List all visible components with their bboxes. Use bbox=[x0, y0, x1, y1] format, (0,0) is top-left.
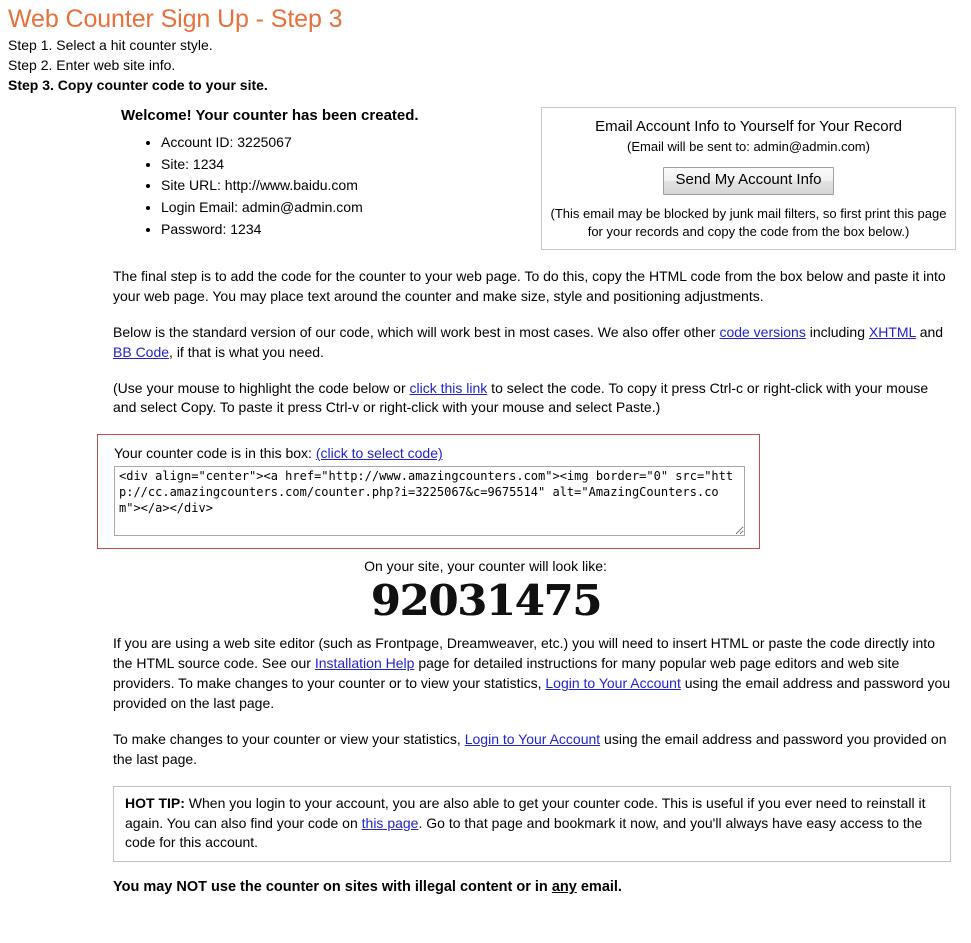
list-item: Account ID: 3225067 bbox=[161, 132, 533, 154]
step-list: Step 1. Select a hit counter style. Step… bbox=[8, 35, 971, 95]
send-my-account-info-button[interactable]: Send My Account Info bbox=[662, 167, 835, 195]
code-versions-link[interactable]: code versions bbox=[719, 324, 805, 340]
paragraph-login-statistics: To make changes to your counter or view … bbox=[113, 730, 951, 770]
list-item: Password: 1234 bbox=[161, 219, 533, 241]
paragraph-copy-instructions: (Use your mouse to highlight the code be… bbox=[113, 379, 951, 419]
text-segment: email. bbox=[576, 879, 622, 896]
text-segment: You may NOT use the counter on sites wit… bbox=[113, 879, 552, 896]
login-to-your-account-link[interactable]: Login to Your Account bbox=[545, 675, 680, 691]
counter-code-box: Your counter code is in this box: (click… bbox=[97, 434, 760, 550]
step-item-1: Step 1. Select a hit counter style. bbox=[8, 37, 213, 53]
paragraph-editor-help: If you are using a web site editor (such… bbox=[113, 634, 951, 714]
main-content-lower: If you are using a web site editor (such… bbox=[113, 634, 951, 769]
text-segment: To make changes to your counter or view … bbox=[113, 730, 465, 747]
text-segment: including bbox=[805, 323, 869, 340]
list-item: Site URL: http://www.baidu.com bbox=[161, 175, 533, 197]
text-segment: (Use your mouse to highlight the code be… bbox=[113, 379, 410, 396]
footer-warning: You may NOT use the counter on sites wit… bbox=[113, 879, 971, 895]
page-title: Web Counter Sign Up - Step 3 bbox=[8, 5, 343, 33]
welcome-heading: Welcome! Your counter has been created. bbox=[121, 107, 419, 125]
counter-digits: 92031475 bbox=[370, 576, 601, 626]
xhtml-link[interactable]: XHTML bbox=[869, 324, 916, 340]
paragraph-final-step: The final step is to add the code for th… bbox=[113, 268, 946, 304]
email-panel-note: (This email may be blocked by junk mail … bbox=[550, 205, 947, 239]
list-item: Site: 1234 bbox=[161, 154, 533, 176]
installation-help-link[interactable]: Installation Help bbox=[315, 655, 415, 671]
this-page-link[interactable]: this page bbox=[362, 815, 419, 831]
list-item: Login Email: admin@admin.com bbox=[161, 197, 533, 219]
counter-preview-image: 92031475 bbox=[0, 580, 971, 622]
step-item-2: Step 2. Enter web site info. bbox=[8, 57, 176, 74]
text-segment: , if that is what you need. bbox=[169, 343, 324, 360]
counter-preview-caption: On your site, your counter will look lik… bbox=[364, 558, 607, 575]
email-panel-subtitle: (Email will be sent to: admin@admin.com) bbox=[627, 138, 870, 154]
counter-code-textarea[interactable] bbox=[114, 466, 745, 537]
text-segment: and bbox=[915, 323, 944, 340]
top-section: Welcome! Your counter has been created. … bbox=[0, 107, 971, 267]
hot-tip-label: HOT TIP: bbox=[125, 794, 185, 811]
email-account-info-panel: Email Account Info to Yourself for Your … bbox=[541, 107, 956, 250]
main-content: The final step is to add the code for th… bbox=[113, 267, 951, 418]
hot-tip-box: HOT TIP: When you login to your account,… bbox=[113, 785, 951, 863]
click-this-link[interactable]: click this link bbox=[410, 380, 488, 396]
bb-code-link[interactable]: BB Code bbox=[113, 344, 169, 360]
email-panel-title: Email Account Info to Yourself for Your … bbox=[595, 118, 902, 136]
page-root: Web Counter Sign Up - Step 3 Step 1. Sel… bbox=[0, 5, 971, 943]
text-segment: Below is the standard version of our cod… bbox=[113, 323, 720, 340]
welcome-block: Welcome! Your counter has been created. … bbox=[113, 107, 533, 240]
paragraph-code-versions: Below is the standard version of our cod… bbox=[113, 323, 951, 363]
account-info-list: Account ID: 3225067 Site: 1234 Site URL:… bbox=[113, 132, 533, 240]
click-to-select-code-link[interactable]: (click to select code) bbox=[316, 445, 443, 461]
text-segment: Your counter code is in this box: bbox=[114, 445, 316, 462]
footer-warning-emphasis: any bbox=[551, 879, 577, 896]
step-item-3: Step 3. Copy counter code to your site. bbox=[8, 77, 268, 94]
login-to-your-account-link-2[interactable]: Login to Your Account bbox=[465, 731, 600, 747]
counter-code-label: Your counter code is in this box: (click… bbox=[114, 444, 745, 462]
